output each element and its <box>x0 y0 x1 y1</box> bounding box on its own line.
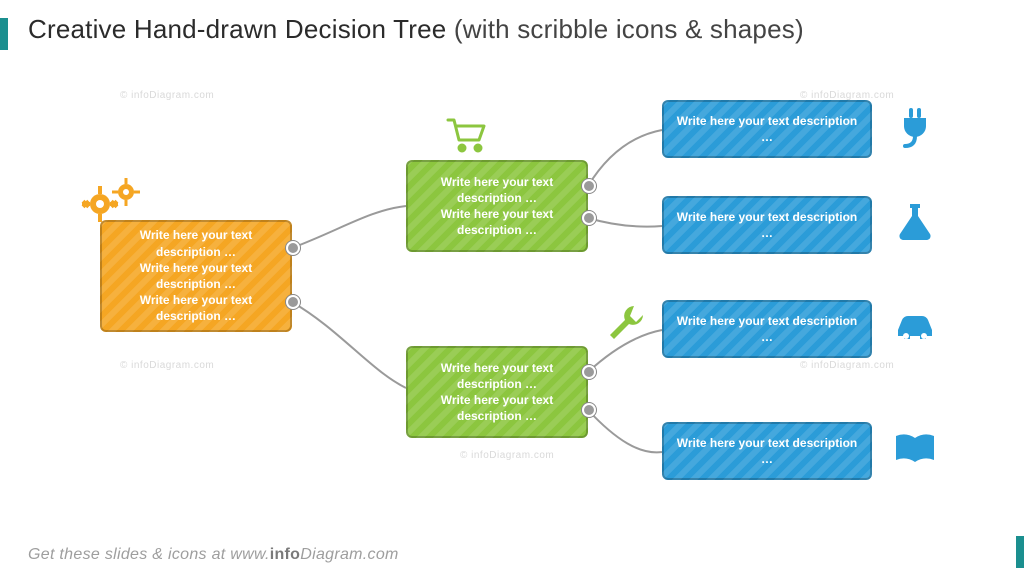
connector-anchor <box>582 365 596 379</box>
footer-text: Get these slides & icons at www.infoDiag… <box>28 546 399 564</box>
cart-icon <box>444 112 490 158</box>
watermark: © infoDiagram.com <box>120 360 214 371</box>
footer-brand-rest: Diagram.com <box>300 546 398 563</box>
gears-icon <box>78 178 148 222</box>
connector-anchor <box>582 211 596 225</box>
connector-anchor <box>582 179 596 193</box>
plug-icon <box>892 104 938 150</box>
leaf-node-2[interactable]: Write here your text description … <box>662 196 872 254</box>
title-sub: (with scribble icons & shapes) <box>454 14 804 44</box>
footer-brand-prefix: www. <box>230 546 269 563</box>
leaf-node-1[interactable]: Write here your text description … <box>662 100 872 158</box>
flask-icon <box>892 198 938 244</box>
footer-brand-bold: info <box>270 546 301 563</box>
wrench-icon <box>604 300 650 346</box>
connector-anchor <box>286 295 300 309</box>
leaf-node-3[interactable]: Write here your text description … <box>662 300 872 358</box>
leaf-node-3-text: Write here your text description … <box>676 313 858 345</box>
title-main: Creative Hand-drawn Decision Tree <box>28 14 446 44</box>
leaf-node-4-text: Write here your text description … <box>676 435 858 467</box>
mid-bottom-node[interactable]: Write here your text description …Write … <box>406 346 588 438</box>
connector-anchor <box>286 241 300 255</box>
root-node-text: Write here your text description …Write … <box>114 227 278 324</box>
watermark: © infoDiagram.com <box>120 90 214 101</box>
accent-bar-left <box>0 18 8 50</box>
leaf-node-2-text: Write here your text description … <box>676 209 858 241</box>
leaf-node-4[interactable]: Write here your text description … <box>662 422 872 480</box>
connector-anchor <box>582 403 596 417</box>
car-icon <box>892 302 938 348</box>
watermark: © infoDiagram.com <box>800 360 894 371</box>
mid-top-node[interactable]: Write here your text description …Write … <box>406 160 588 252</box>
mid-top-node-text: Write here your text description …Write … <box>420 174 574 239</box>
footer-prefix: Get these slides & icons at <box>28 546 230 563</box>
watermark: © infoDiagram.com <box>460 450 554 461</box>
mid-bottom-node-text: Write here your text description …Write … <box>420 360 574 425</box>
root-node[interactable]: Write here your text description …Write … <box>100 220 292 332</box>
leaf-node-1-text: Write here your text description … <box>676 113 858 145</box>
page-title: Creative Hand-drawn Decision Tree (with … <box>28 14 1004 45</box>
accent-bar-right <box>1016 536 1024 568</box>
book-icon <box>892 426 938 472</box>
